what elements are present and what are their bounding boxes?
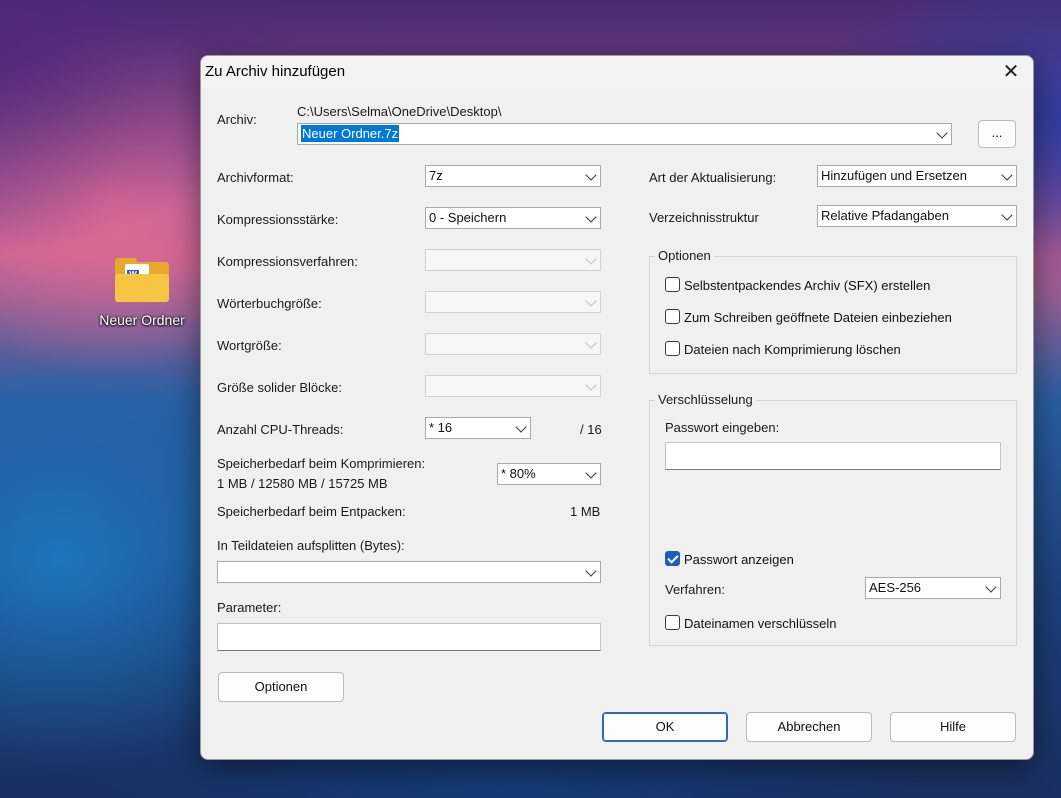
chevron-down-icon xyxy=(585,467,597,479)
encrypt-names-label[interactable]: Dateinamen verschlüsseln xyxy=(684,616,836,631)
solid-block-label: Größe solider Blöcke: xyxy=(217,380,342,395)
encryption-group-title: Verschlüsselung xyxy=(655,392,756,407)
desktop-folder-icon[interactable]: W Neuer Ordner xyxy=(92,258,192,328)
format-value: 7z xyxy=(429,168,443,183)
solid-block-select xyxy=(425,375,601,397)
dialog-title: Zu Archiv hinzufügen xyxy=(205,63,346,80)
mem-compress-detail: 1 MB / 12580 MB / 15725 MB xyxy=(217,476,388,491)
threads-label: Anzahl CPU-Threads: xyxy=(217,422,344,437)
format-label: Archivformat: xyxy=(217,170,294,185)
threads-max: / 16 xyxy=(580,422,602,437)
chevron-down-icon xyxy=(585,565,597,577)
chevron-down-icon xyxy=(585,337,597,349)
word-size-select xyxy=(425,333,601,355)
shared-files-label[interactable]: Zum Schreiben geöffnete Dateien einbezie… xyxy=(684,310,952,325)
show-password-label[interactable]: Passwort anzeigen xyxy=(684,552,794,567)
update-mode-label: Art der Aktualisierung: xyxy=(649,170,777,185)
sfx-label[interactable]: Selbstentpackendes Archiv (SFX) erstelle… xyxy=(684,278,930,293)
archive-label: Archiv: xyxy=(217,112,257,127)
mem-decompress-label: Speicherbedarf beim Entpacken: xyxy=(217,504,406,519)
help-button[interactable]: Hilfe xyxy=(890,712,1016,742)
mem-compress-value: * 80% xyxy=(501,466,536,481)
parameters-input[interactable] xyxy=(217,623,601,651)
delete-after-label[interactable]: Dateien nach Komprimierung löschen xyxy=(684,342,901,357)
chevron-down-icon xyxy=(1001,169,1013,181)
encryption-method-value: AES-256 xyxy=(869,580,922,595)
chevron-down-icon xyxy=(585,169,597,181)
method-select xyxy=(425,249,601,271)
encryption-method-select[interactable]: AES-256 xyxy=(865,577,1001,599)
archive-name-value: Neuer Ordner.7z xyxy=(301,125,400,142)
dictionary-label: Wörterbuchgröße: xyxy=(217,296,322,311)
chevron-down-icon xyxy=(585,253,597,265)
chevron-down-icon xyxy=(1001,209,1013,221)
add-to-archive-dialog: Zu Archiv hinzufügen ✕ Archiv: C:\Users\… xyxy=(200,55,1034,760)
parameters-label: Parameter: xyxy=(217,600,282,615)
sfx-checkbox[interactable] xyxy=(665,277,680,292)
word-size-label: Wortgröße: xyxy=(217,338,282,353)
update-mode-value: Hinzufügen und Ersetzen xyxy=(821,168,967,183)
chevron-down-icon xyxy=(585,211,597,223)
mem-decompress-value: 1 MB xyxy=(570,504,601,519)
delete-after-checkbox[interactable] xyxy=(665,341,680,356)
chevron-down-icon xyxy=(585,295,597,307)
title-bar: Zu Archiv hinzufügen ✕ xyxy=(201,56,1033,88)
ok-button[interactable]: OK xyxy=(602,712,728,742)
archive-path: C:\Users\Selma\OneDrive\Desktop\ xyxy=(297,104,502,119)
mem-compress-label: Speicherbedarf beim Komprimieren: xyxy=(217,456,426,471)
update-mode-select[interactable]: Hinzufügen und Ersetzen xyxy=(817,165,1017,187)
password-input[interactable] xyxy=(665,442,1001,470)
level-select[interactable]: 0 - Speichern xyxy=(425,207,601,229)
split-combo[interactable] xyxy=(217,561,601,583)
path-mode-label: Verzeichnisstruktur xyxy=(649,210,759,225)
dictionary-select xyxy=(425,291,601,313)
shared-files-checkbox[interactable] xyxy=(665,309,680,324)
desktop-folder-label: Neuer Ordner xyxy=(99,312,185,328)
level-label: Kompressionsstärke: xyxy=(217,212,339,227)
chevron-down-icon xyxy=(985,581,997,593)
archive-name-combo[interactable]: Neuer Ordner.7z xyxy=(297,123,952,145)
level-value: 0 - Speichern xyxy=(429,210,507,225)
close-button[interactable]: ✕ xyxy=(999,60,1023,84)
password-label: Passwort eingeben: xyxy=(665,420,780,435)
encrypt-names-checkbox[interactable] xyxy=(665,615,680,630)
threads-value: * 16 xyxy=(429,420,453,435)
cancel-button[interactable]: Abbrechen xyxy=(746,712,872,742)
options-button[interactable]: Optionen xyxy=(218,672,344,702)
threads-select[interactable]: * 16 xyxy=(425,417,531,439)
path-mode-select[interactable]: Relative Pfadangaben xyxy=(817,205,1017,227)
path-mode-value: Relative Pfadangaben xyxy=(821,208,949,223)
encryption-method-label: Verfahren: xyxy=(665,582,725,597)
split-label: In Teildateien aufsplitten (Bytes): xyxy=(217,538,405,553)
method-label: Kompressionsverfahren: xyxy=(217,254,358,269)
chevron-down-icon xyxy=(585,379,597,391)
format-select[interactable]: 7z xyxy=(425,165,601,187)
show-password-checkbox[interactable] xyxy=(665,551,680,566)
options-group-title: Optionen xyxy=(655,248,714,263)
browse-button[interactable]: ... xyxy=(978,120,1016,148)
chevron-down-icon xyxy=(936,127,948,139)
folder-icon: W xyxy=(115,258,169,302)
mem-compress-select[interactable]: * 80% xyxy=(497,463,601,485)
chevron-down-icon xyxy=(515,421,527,433)
encryption-group xyxy=(649,400,1017,646)
